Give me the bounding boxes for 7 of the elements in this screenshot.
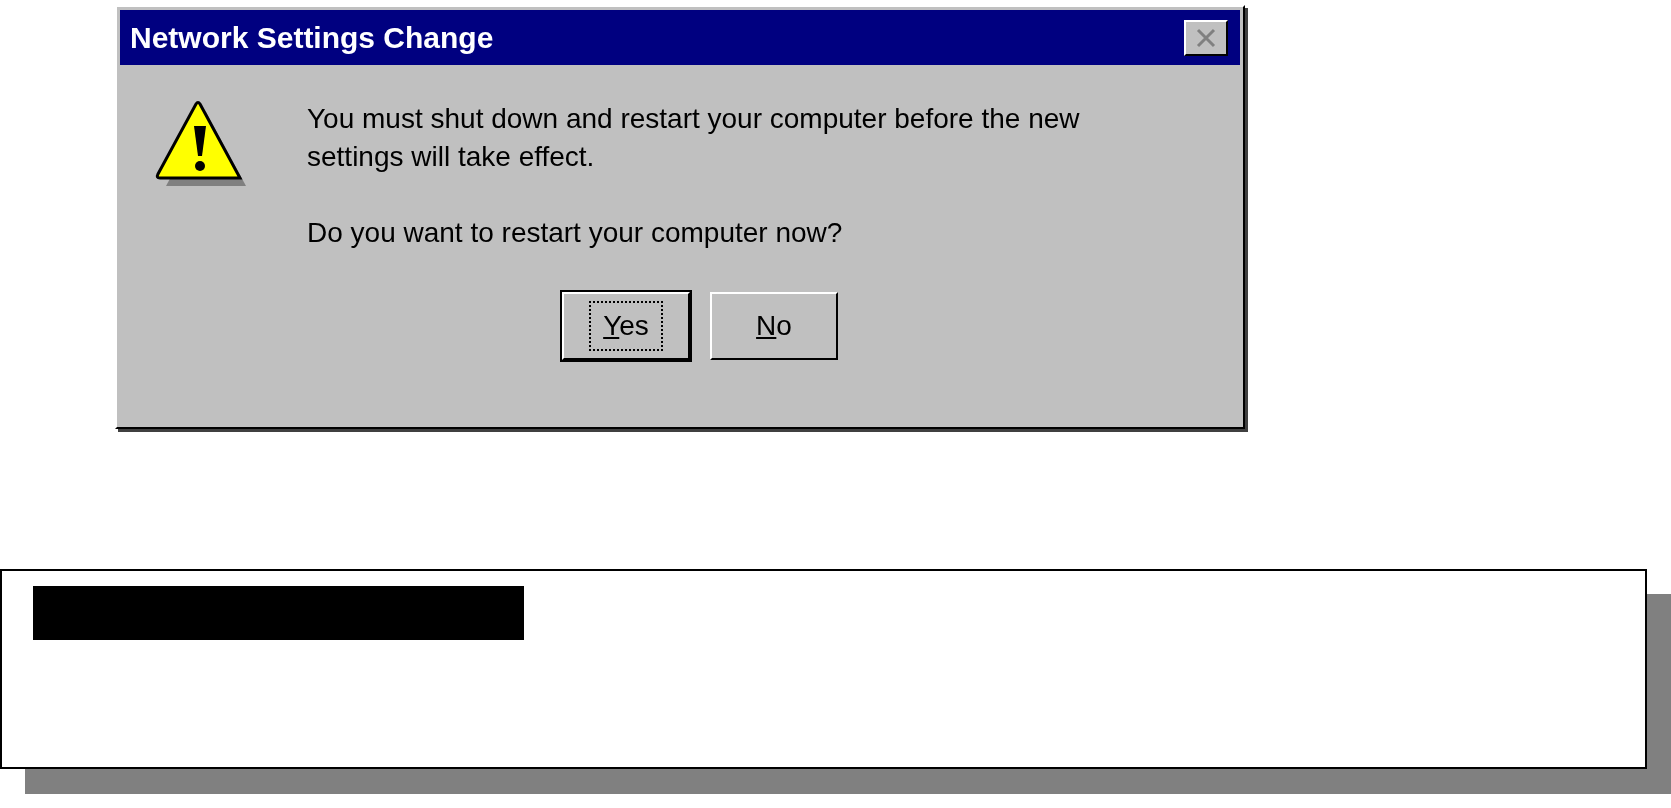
dialog-button[interactable]: No (710, 292, 838, 360)
window-title: Network Settings Change (130, 20, 494, 56)
close-icon (1195, 27, 1217, 48)
message-text: You must shut down and restart your computer before the new settings will take effect. (307, 102, 1081, 174)
close-button[interactable] (1184, 19, 1228, 56)
message-text: Do you want to restart your computer now? (307, 216, 844, 250)
dialog-button[interactable]: Yes (562, 292, 690, 360)
